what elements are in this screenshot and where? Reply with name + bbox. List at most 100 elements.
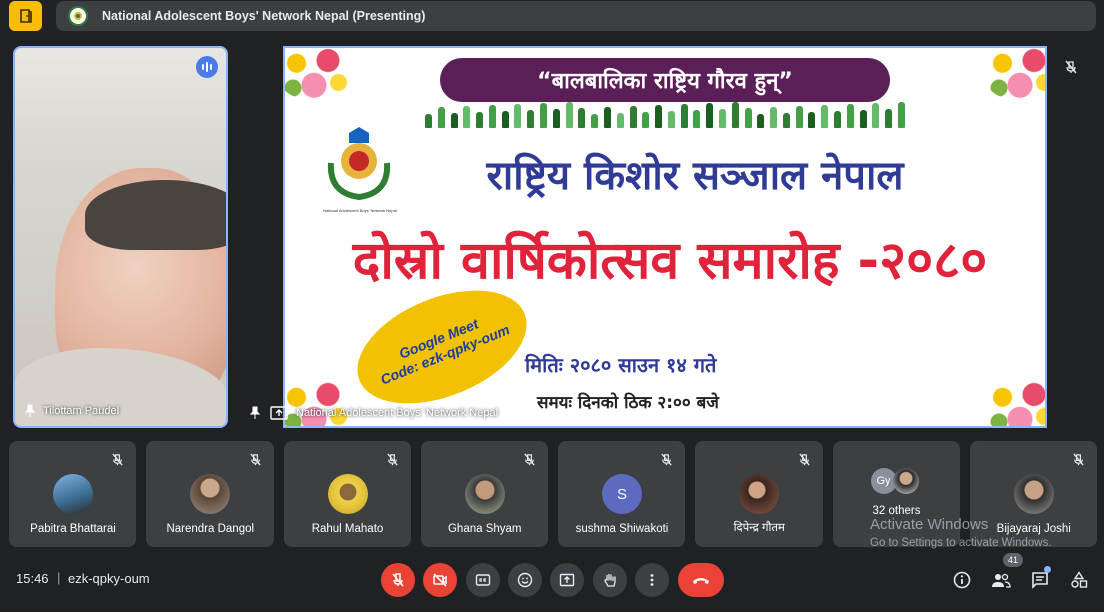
participant-tile[interactable]: Ghana Shyam <box>420 441 548 547</box>
child-silhouette <box>821 105 829 128</box>
participant-tile[interactable]: Narendra Dangol <box>146 441 274 547</box>
door-icon <box>19 9 32 23</box>
child-silhouette <box>501 111 509 128</box>
child-silhouette <box>680 104 688 128</box>
separator: | <box>57 570 61 585</box>
child-silhouette <box>872 103 880 128</box>
speaker-name-row: Tilottam Paudel <box>23 404 119 418</box>
participant-tile[interactable]: S sushma Shiwakoti <box>558 441 686 547</box>
presentation-tile[interactable]: “बालबालिका राष्ट्रिय गौरव हुन्” National… <box>238 46 1092 428</box>
bottom-toolbar: 15:46 | ezk-qpky-oum <box>0 560 1104 600</box>
participant-name: sushma Shiwakoti <box>575 523 669 535</box>
participant-name: Ghana Shyam <box>447 523 522 535</box>
child-silhouette <box>603 107 611 128</box>
child-silhouette <box>897 102 905 128</box>
child-silhouette <box>578 108 586 128</box>
reactions-button[interactable] <box>508 563 542 597</box>
mic-off-icon <box>387 453 398 466</box>
mic-off-icon <box>112 453 123 466</box>
flower-decoration <box>285 48 349 99</box>
people-button[interactable] <box>989 568 1013 592</box>
speaking-indicator-icon <box>196 56 218 78</box>
child-silhouette <box>437 107 445 128</box>
child-silhouette <box>744 108 752 128</box>
organization-emblem-icon <box>327 127 391 201</box>
presenter-name: National Adolescent Boys' Network Nepal <box>296 407 499 419</box>
presenting-chip[interactable]: National Adolescent Boys' Network Nepal … <box>56 1 1096 31</box>
mic-off-icon <box>249 453 261 466</box>
child-silhouette <box>540 103 548 128</box>
child-silhouette <box>770 107 778 128</box>
present-now-button[interactable] <box>550 563 584 597</box>
avatar <box>464 474 505 514</box>
avatar: S <box>602 474 642 514</box>
child-silhouette <box>795 106 803 128</box>
child-silhouette <box>514 104 522 128</box>
mic-off-icon <box>1073 453 1084 466</box>
flower-decoration <box>985 378 1045 426</box>
closed-captions-icon <box>475 574 491 586</box>
child-silhouette <box>552 109 560 128</box>
top-bar: National Adolescent Boys' Network Nepal … <box>0 0 1104 32</box>
mic-off-icon <box>1065 60 1077 74</box>
child-silhouette <box>782 113 790 128</box>
child-silhouette <box>527 110 535 128</box>
child-silhouette <box>859 110 867 128</box>
speaker-hair <box>85 180 226 250</box>
participant-tile[interactable]: दिपेन्द्र गौतम <box>695 441 823 547</box>
meeting-details-button[interactable] <box>950 568 974 592</box>
child-silhouette <box>655 105 663 128</box>
participant-strip: Pabitra Bhattarai Narendra Dangol Rahul … <box>9 441 1097 547</box>
participant-name: Narendra Dangol <box>166 523 255 535</box>
hand-icon <box>604 573 616 587</box>
child-silhouette <box>757 114 765 128</box>
avatar <box>1013 474 1054 514</box>
avatar <box>892 468 919 494</box>
child-silhouette <box>834 111 841 128</box>
presenting-title: National Adolescent Boys' Network Nepal … <box>102 9 426 23</box>
leave-call-button[interactable] <box>678 563 724 597</box>
microphone-toggle-button[interactable] <box>381 563 415 597</box>
activities-shapes-icon <box>1071 571 1088 588</box>
child-silhouette <box>693 110 701 128</box>
child-silhouette <box>425 114 432 128</box>
participant-name: Rahul Mahato <box>311 523 384 535</box>
speaker-name: Tilottam Paudel <box>43 405 120 417</box>
people-count-badge: 41 <box>1003 553 1023 567</box>
hang-up-icon <box>693 578 709 584</box>
pin-icon[interactable] <box>248 406 262 420</box>
others-tile[interactable]: Gy 32 others <box>832 441 960 547</box>
child-silhouette <box>718 109 726 128</box>
captions-button[interactable] <box>466 563 500 597</box>
participant-name: दिपेन्द्र गौतम <box>733 522 785 534</box>
participant-tile[interactable]: Bijayaraj Joshi <box>969 441 1097 547</box>
slide-date: मितिः २०८० साउन १४ गते <box>525 353 717 377</box>
child-silhouette <box>476 112 484 128</box>
participant-tile[interactable]: Rahul Mahato <box>283 441 411 547</box>
presentation-slide: “बालबालिका राष्ट्रिय गौरव हुन्” National… <box>283 46 1047 428</box>
participant-name: Pabitra Bhattarai <box>30 523 116 535</box>
app-menu-button[interactable] <box>9 1 42 31</box>
flower-decoration <box>985 48 1045 99</box>
child-silhouette <box>885 109 893 128</box>
presenter-name-row: National Adolescent Boys' Network Nepal <box>248 406 498 420</box>
others-count: 32 others <box>872 505 921 517</box>
camera-off-icon <box>433 573 447 587</box>
child-silhouette <box>591 114 599 128</box>
child-silhouette <box>488 105 496 128</box>
camera-toggle-button[interactable] <box>423 563 457 597</box>
activities-button[interactable] <box>1067 568 1091 592</box>
avatar-initial: Gy <box>876 475 891 487</box>
present-screen-icon <box>270 406 288 420</box>
more-options-button[interactable] <box>635 563 669 597</box>
organization-logo-icon <box>68 6 88 26</box>
raise-hand-button[interactable] <box>593 563 627 597</box>
child-silhouette <box>616 113 624 128</box>
slide-title-network: राष्ट्रिय किशोर सञ्जाल नेपाल <box>486 153 904 199</box>
pin-icon[interactable] <box>23 404 37 418</box>
avatar <box>53 474 93 514</box>
participant-tile[interactable]: Pabitra Bhattarai <box>9 441 137 547</box>
speaker-video-tile[interactable]: Tilottam Paudel <box>13 46 228 428</box>
avatar <box>190 474 231 514</box>
people-icon <box>992 573 1011 588</box>
